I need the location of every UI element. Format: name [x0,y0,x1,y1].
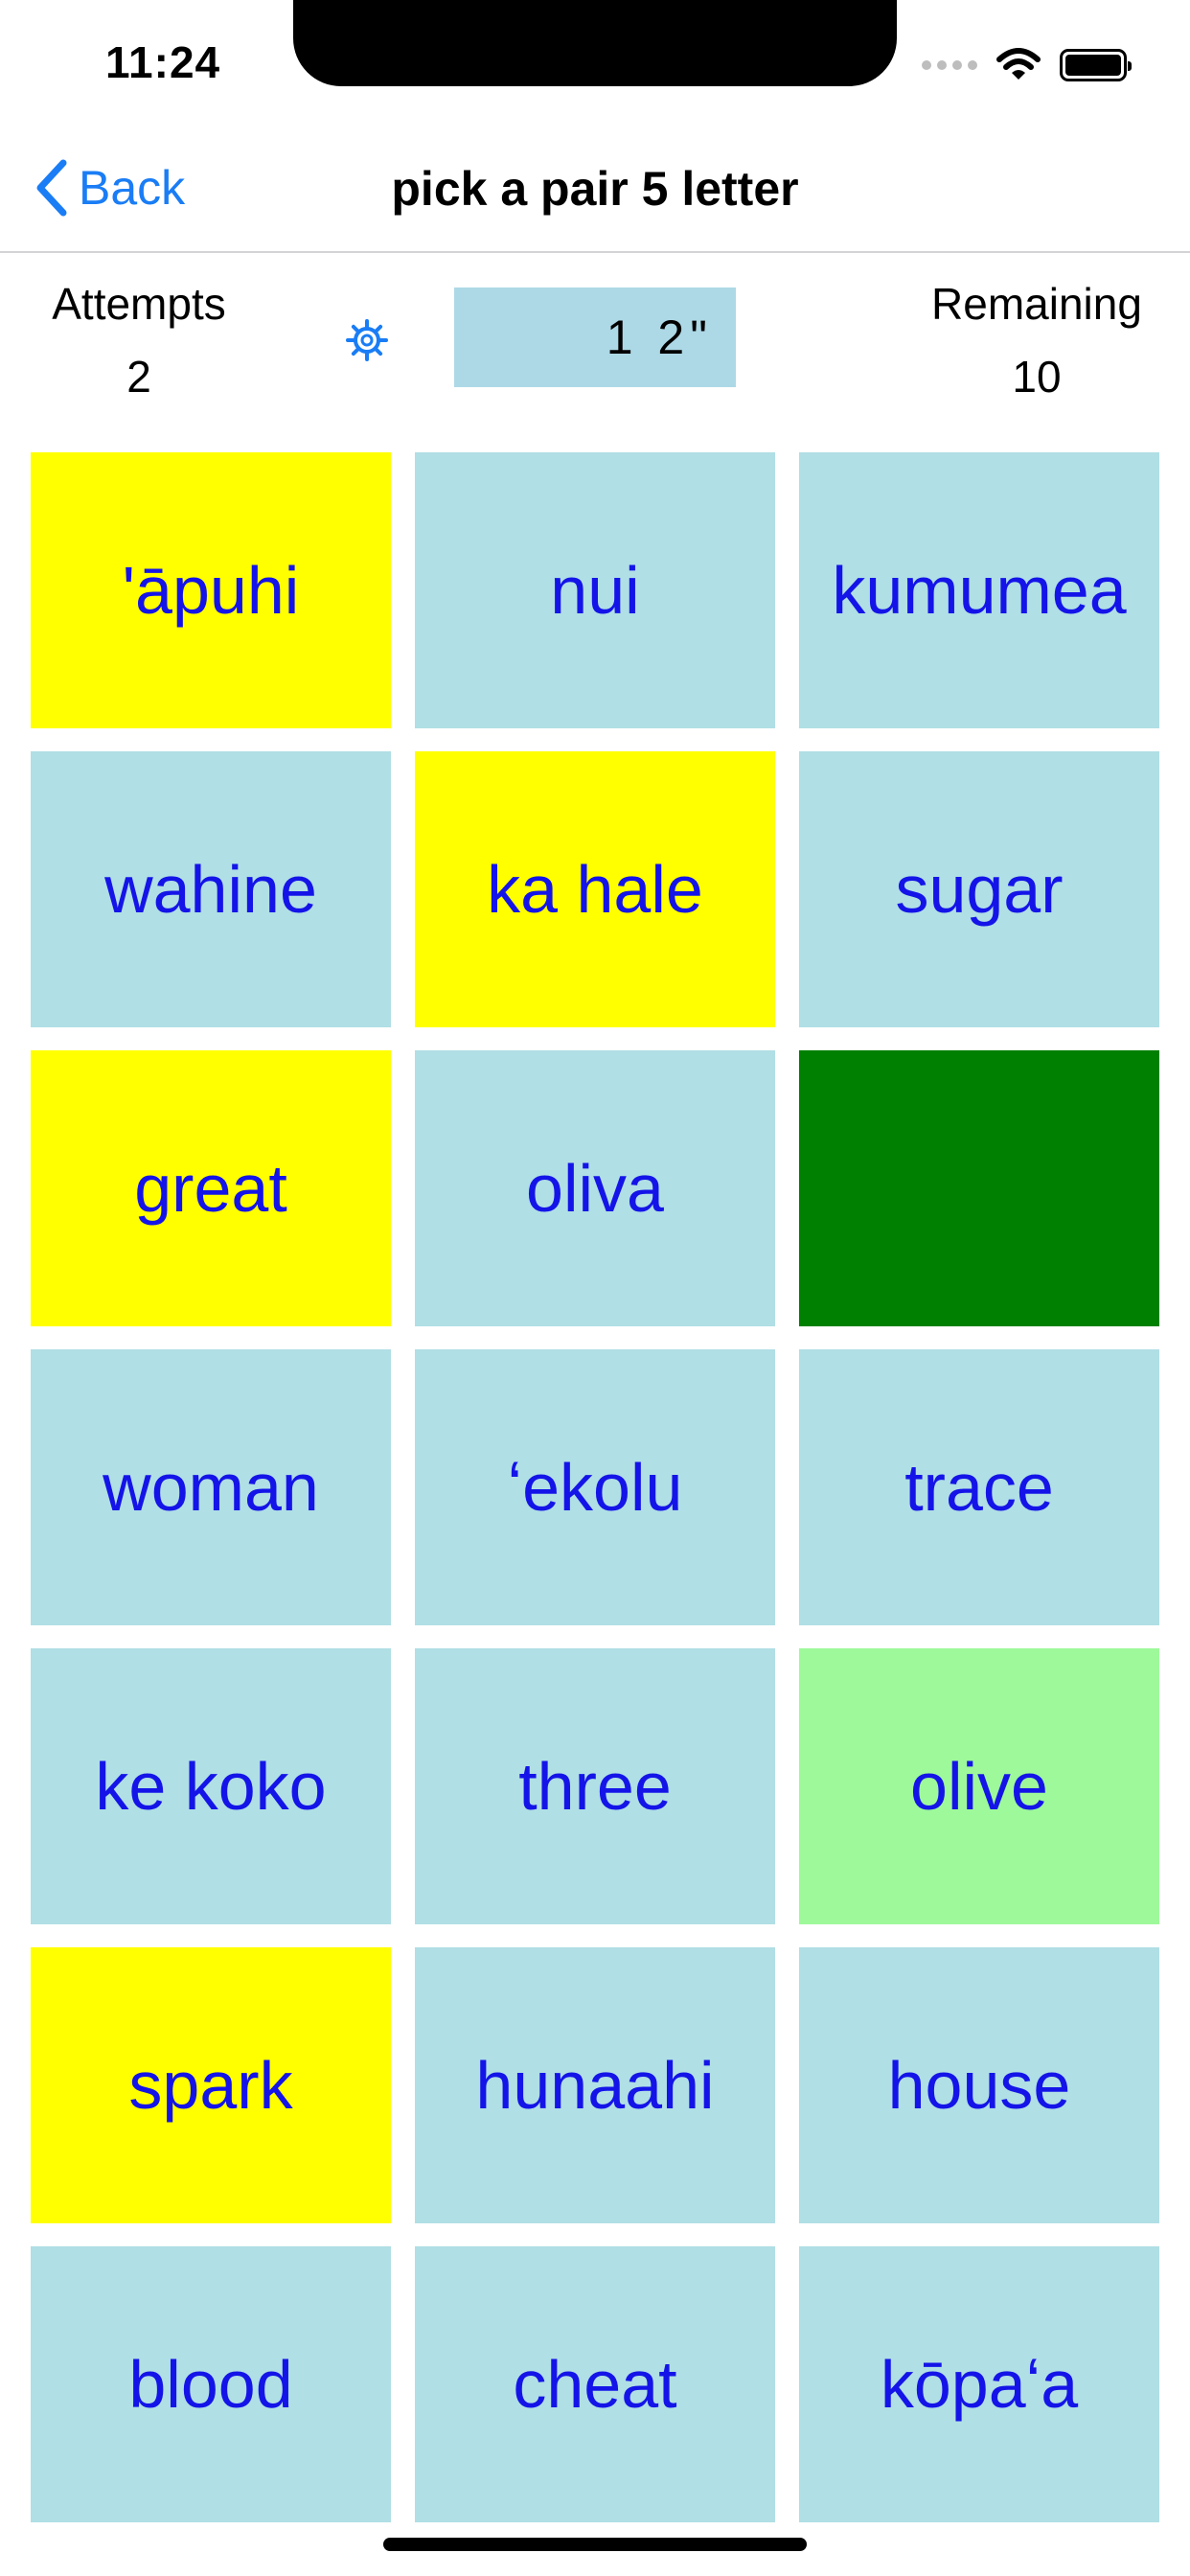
status-time: 11:24 [105,37,221,87]
status-bar: 11:24 [0,0,1190,125]
word-tile[interactable]: great [31,1050,391,1326]
word-tile[interactable]: ʻekolu [415,1349,775,1625]
word-tile[interactable]: 'āpuhi [31,452,391,728]
tile-grid: 'āpuhi nui kumumea wahine ka hale sugar great o… [31,452,1159,2522]
navigation-bar: Back pick a pair 5 letter [0,125,1190,253]
attempts-value: 2 [126,352,151,402]
word-tile[interactable]: nui [415,452,775,728]
page-title: pick a pair 5 letter [391,162,799,216]
home-indicator[interactable] [383,2538,807,2551]
timer-display: 1 2" [454,288,736,387]
remaining-label: Remaining [931,279,1142,329]
signal-icon [922,60,977,70]
word-tile[interactable]: cheat [415,2246,775,2522]
word-tile[interactable]: hunaahi [415,1947,775,2223]
word-tile[interactable]: blood [31,2246,391,2522]
status-icons [922,46,1132,84]
word-tile[interactable]: kumumea [799,452,1159,728]
word-tile[interactable]: sugar [799,751,1159,1027]
game-stats: Attempts 2 1 2" Remaining 10 [0,257,1190,420]
word-tile[interactable]: wahine [31,751,391,1027]
word-tile[interactable]: ka hale [415,751,775,1027]
attempts-label: Attempts [52,279,226,329]
gear-icon [346,319,388,361]
battery-icon [1060,49,1132,81]
device-notch [293,0,897,86]
word-tile[interactable]: trace [799,1349,1159,1625]
word-tile[interactable]: spark [31,1947,391,2223]
word-tile[interactable]: oliva [415,1050,775,1326]
settings-button[interactable] [343,316,391,364]
word-tile[interactable]: ke koko [31,1648,391,1924]
word-tile[interactable]: woman [31,1349,391,1625]
word-tile[interactable]: house [799,1947,1159,2223]
word-tile[interactable] [799,1050,1159,1326]
word-tile[interactable]: olive [799,1648,1159,1924]
wifi-icon [996,48,1041,80]
word-tile[interactable]: kōpaʻa [799,2246,1159,2522]
remaining-value: 10 [1012,352,1062,402]
word-tile[interactable]: three [415,1648,775,1924]
